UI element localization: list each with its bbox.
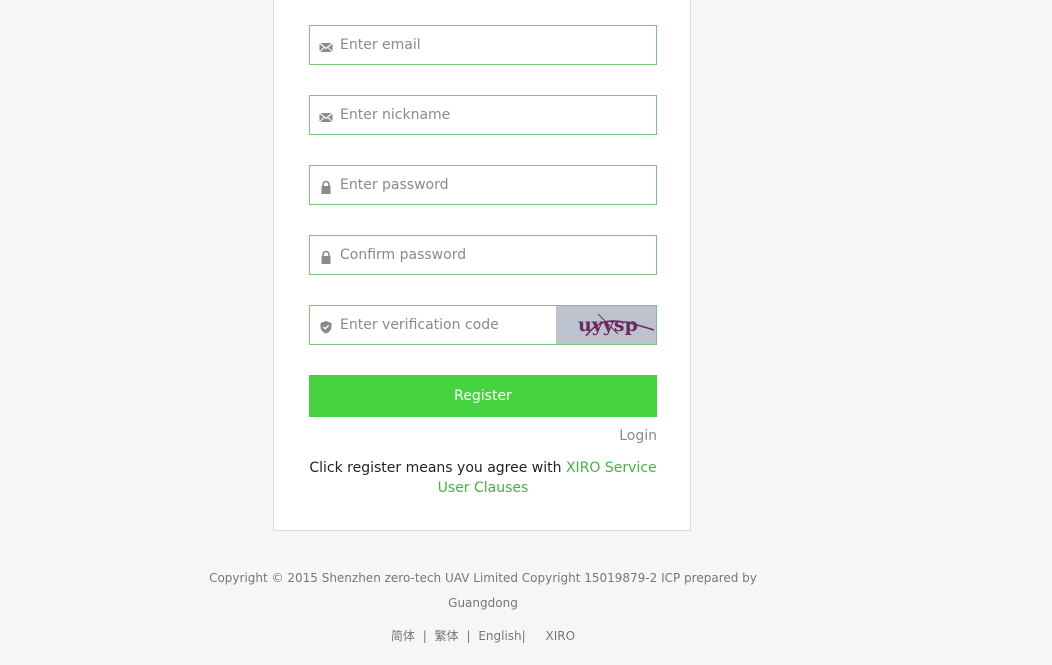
lock-icon — [319, 179, 333, 194]
language-links: 简体 | 繁体 | English| XIRO — [300, 627, 666, 644]
email-input[interactable] — [340, 26, 640, 64]
lang-simplified-link[interactable]: 简体 — [391, 629, 415, 643]
email-field[interactable] — [309, 25, 657, 65]
password-input[interactable] — [340, 166, 640, 204]
password-field[interactable] — [309, 165, 657, 205]
separator: | — [521, 629, 526, 643]
shield-check-icon — [319, 319, 333, 334]
lang-traditional-link[interactable]: 繁体 — [435, 629, 459, 643]
envelope-icon — [319, 109, 333, 123]
separator: | — [422, 629, 427, 643]
captcha-text: uyysp — [578, 314, 638, 336]
separator: | — [466, 629, 471, 643]
register-button[interactable]: Register — [309, 375, 657, 417]
confirm-password-field[interactable] — [309, 235, 657, 275]
agreement-prefix: Click register means you agree with — [309, 460, 566, 476]
confirm-password-input[interactable] — [340, 236, 640, 274]
verification-field[interactable]: uyysp — [309, 305, 657, 345]
verification-input[interactable] — [340, 306, 550, 344]
nickname-input[interactable] — [340, 96, 640, 134]
lock-icon — [319, 249, 333, 264]
nickname-field[interactable] — [309, 95, 657, 135]
copyright-text: Copyright © 2015 Shenzhen zero-tech UAV … — [209, 571, 757, 610]
envelope-icon — [319, 39, 333, 53]
agreement-text: Click register means you agree with XIRO… — [309, 458, 657, 498]
xiro-brand-link[interactable]: XIRO — [546, 629, 576, 643]
captcha-image[interactable]: uyysp — [556, 306, 656, 344]
lang-english-link[interactable]: English — [478, 629, 521, 643]
login-link[interactable]: Login — [619, 428, 657, 444]
